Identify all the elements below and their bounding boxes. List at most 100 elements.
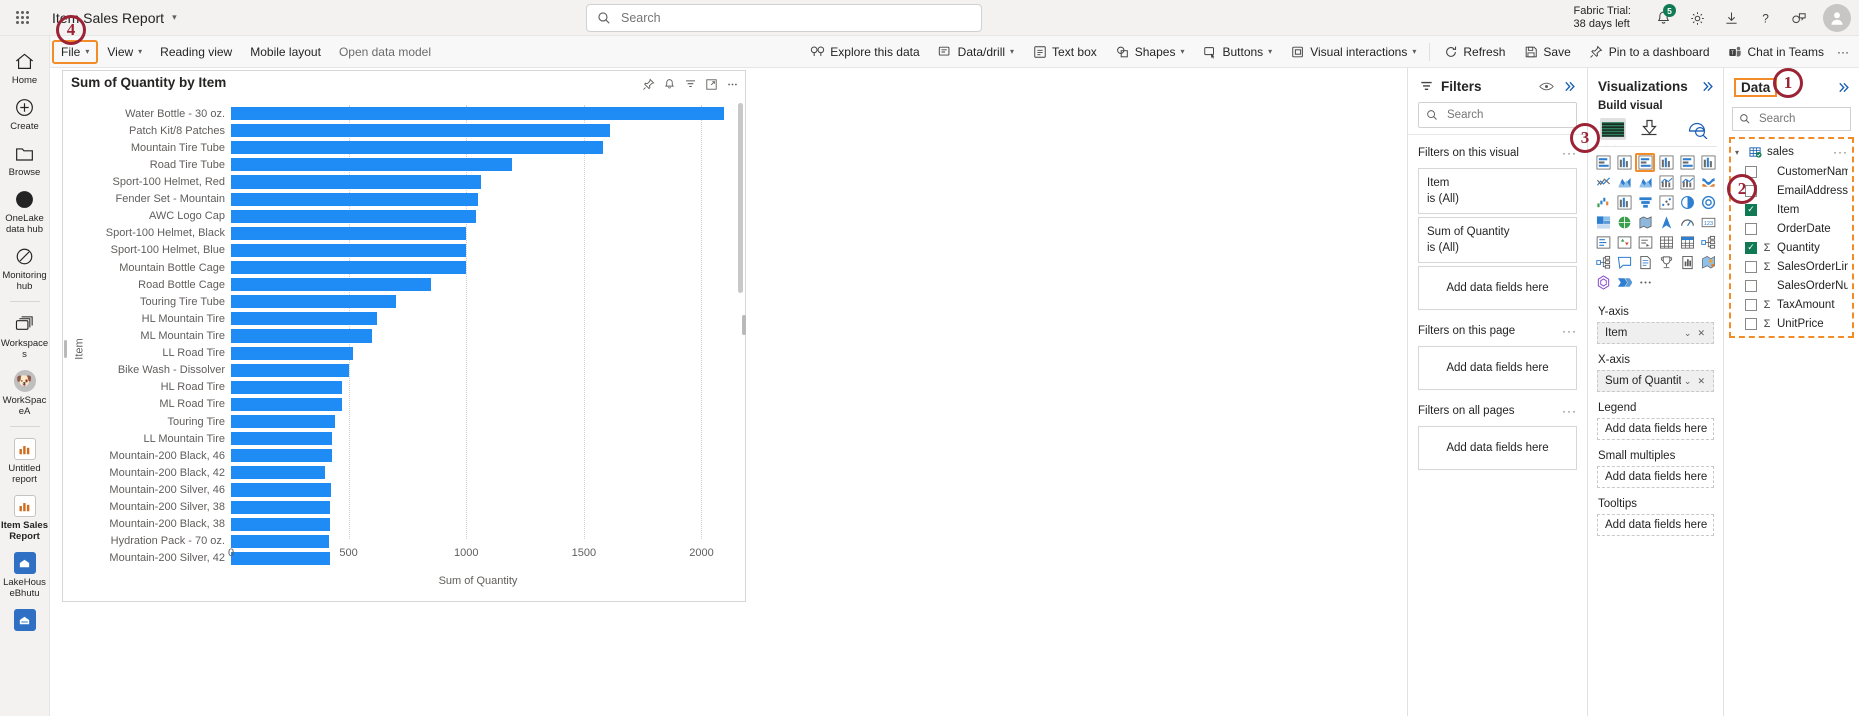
treemap-icon[interactable]: [1593, 213, 1613, 232]
ribbon-more-options-button[interactable]: ···: [1833, 40, 1859, 64]
filter-dropzone[interactable]: Add data fields here: [1418, 426, 1577, 470]
field-checkbox[interactable]: [1745, 279, 1757, 292]
sidebar-item-lakehouse[interactable]: LakeHouseBhutu: [0, 546, 49, 603]
chart-bar[interactable]: [231, 449, 333, 463]
report-canvas[interactable]: Sum of Quantity by Item Item Water Bottl…: [50, 68, 1407, 716]
ribbon-save-button[interactable]: Save: [1514, 40, 1579, 64]
focus-mode-icon[interactable]: [702, 75, 720, 93]
chart-bar[interactable]: [231, 346, 354, 360]
chart-bar[interactable]: [231, 124, 610, 138]
filter-dropzone[interactable]: Add data fields here: [1418, 266, 1577, 310]
paginated-report-icon[interactable]: [1635, 253, 1655, 272]
chart-bar[interactable]: [231, 312, 377, 326]
chart-bar-row[interactable]: Touring Tire Tube: [83, 293, 725, 310]
chart-bar[interactable]: [231, 295, 396, 309]
ribbon-explore-this-data-button[interactable]: Explore this data: [801, 40, 928, 64]
chevron-down-icon[interactable]: ▾: [1735, 148, 1744, 157]
power-automate-icon[interactable]: [1614, 273, 1634, 292]
table-icon[interactable]: [1656, 233, 1676, 252]
stacked-area-chart-icon[interactable]: [1635, 173, 1655, 192]
chart-bar-row[interactable]: HL Road Tire: [83, 379, 725, 396]
sidebar-item-home[interactable]: Home: [0, 44, 49, 90]
ribbon-visual-interactions-button[interactable]: Visual interactions ▾: [1281, 40, 1425, 64]
key-influencers-icon[interactable]: [1593, 253, 1613, 272]
filter-card[interactable]: Item is (All): [1418, 168, 1577, 214]
chart-bar-row[interactable]: Mountain-200 Silver, 46: [83, 481, 725, 498]
chart-bar-row[interactable]: Sport-100 Helmet, Black: [83, 225, 725, 242]
card-icon[interactable]: 123: [1698, 213, 1718, 232]
chart-bar-row[interactable]: HL Mountain Tire: [83, 310, 725, 327]
data-field-row[interactable]: OrderDate: [1731, 219, 1852, 238]
sidebar-item-create[interactable]: Create: [0, 90, 49, 136]
app-launcher-icon[interactable]: [0, 11, 44, 24]
smart-narrative-icon[interactable]: [1656, 253, 1676, 272]
data-field-row[interactable]: ✓ Σ Quantity: [1731, 238, 1852, 257]
multi-row-card-icon[interactable]: [1593, 233, 1613, 252]
alert-icon[interactable]: [660, 75, 678, 93]
chart-bar-row[interactable]: Road Tire Tube: [83, 156, 725, 173]
help-icon[interactable]: ?: [1749, 2, 1781, 34]
filters-section-more-icon[interactable]: ···: [1562, 404, 1577, 418]
chart-bar-row[interactable]: Sport-100 Helmet, Blue: [83, 242, 725, 259]
chart-bar[interactable]: [231, 107, 724, 121]
field-checkbox[interactable]: [1745, 222, 1757, 235]
chart-bar-row[interactable]: ML Mountain Tire: [83, 327, 725, 344]
data-table-sales[interactable]: ▾ sales ···: [1731, 142, 1852, 162]
well-field-chevron-down-icon[interactable]: ⌄: [1681, 376, 1695, 387]
more-visuals-icon[interactable]: [1635, 273, 1655, 292]
chart-bar[interactable]: [231, 397, 342, 411]
well-field-x-axis[interactable]: Sum of Quantity ⌄ ✕: [1597, 370, 1714, 392]
well-field-remove-icon[interactable]: ✕: [1694, 328, 1708, 339]
filters-search-input[interactable]: [1445, 108, 1569, 122]
collapse-pane-icon[interactable]: [1561, 78, 1577, 94]
filter-card[interactable]: Sum of Quantity is (All): [1418, 217, 1577, 263]
chart-bar-row[interactable]: Mountain Bottle Cage: [83, 259, 725, 276]
chart-bar-row[interactable]: LL Road Tire: [83, 345, 725, 362]
chart-bar-row[interactable]: Mountain-200 Silver, 38: [83, 499, 725, 516]
chart-bar[interactable]: [231, 260, 467, 275]
pin-visual-icon[interactable]: [639, 75, 657, 93]
search-input[interactable]: [619, 10, 971, 26]
line-stacked-column-icon[interactable]: [1656, 173, 1676, 192]
chart-bar-row[interactable]: LL Mountain Tire: [83, 430, 725, 447]
chart-bar[interactable]: [231, 278, 431, 292]
data-search[interactable]: [1732, 107, 1851, 131]
expand-pane-icon[interactable]: [1835, 80, 1851, 96]
data-search-input[interactable]: [1757, 112, 1844, 126]
chart-bar[interactable]: [231, 483, 331, 497]
chart-bar-row[interactable]: Mountain-200 Black, 46: [83, 447, 725, 464]
field-checkbox[interactable]: [1745, 298, 1757, 311]
chart-bar[interactable]: [231, 329, 373, 343]
field-checkbox[interactable]: ✓: [1745, 203, 1757, 216]
data-field-row[interactable]: Σ SalesOrderLine...: [1731, 257, 1852, 276]
chart-bar[interactable]: [231, 158, 513, 172]
area-chart-icon[interactable]: [1614, 173, 1634, 192]
eye-icon[interactable]: [1538, 78, 1554, 94]
well-dropzone-tooltips[interactable]: Add data fields here: [1597, 514, 1714, 536]
ribbon-chat-in-teams-button[interactable]: T Chat in Teams: [1719, 40, 1833, 64]
chart-bar[interactable]: [231, 517, 330, 531]
stacked-column-chart-icon[interactable]: [1614, 153, 1634, 172]
sidebar-item-monitoring-hub[interactable]: Monitoring hub: [0, 239, 49, 296]
field-checkbox[interactable]: [1745, 165, 1757, 178]
sidebar-item-workspaces[interactable]: Workspaces: [0, 307, 49, 364]
chart-bar-row[interactable]: Patch Kit/8 Patches: [83, 122, 725, 139]
filter-icon[interactable]: [681, 75, 699, 93]
100-stacked-column-chart-icon[interactable]: [1698, 153, 1718, 172]
chart-bar-row[interactable]: Mountain-200 Black, 38: [83, 516, 725, 533]
sidebar-item-untitled-report[interactable]: Untitled report: [0, 432, 49, 489]
report-title-chevron-down-icon[interactable]: ▾: [172, 12, 177, 23]
clustered-column-chart-icon[interactable]: [1656, 153, 1676, 172]
data-field-row[interactable]: SalesOrderNum..: [1731, 276, 1852, 295]
donut-chart-icon[interactable]: [1698, 193, 1718, 212]
sidebar-item-browse[interactable]: Browse: [0, 136, 49, 182]
field-checkbox[interactable]: ✓: [1745, 241, 1757, 254]
data-field-row[interactable]: EmailAddress: [1731, 181, 1852, 200]
field-checkbox[interactable]: [1745, 184, 1757, 197]
sidebar-item-onelake-data-hub[interactable]: OneLake data hub: [0, 182, 49, 239]
chart-bar-row[interactable]: Bike Wash - Dissolver: [83, 362, 725, 379]
scatter-chart-icon[interactable]: [1656, 193, 1676, 212]
slicer-icon[interactable]: [1635, 233, 1655, 252]
field-checkbox[interactable]: [1745, 317, 1757, 330]
matrix-icon[interactable]: [1677, 233, 1697, 252]
